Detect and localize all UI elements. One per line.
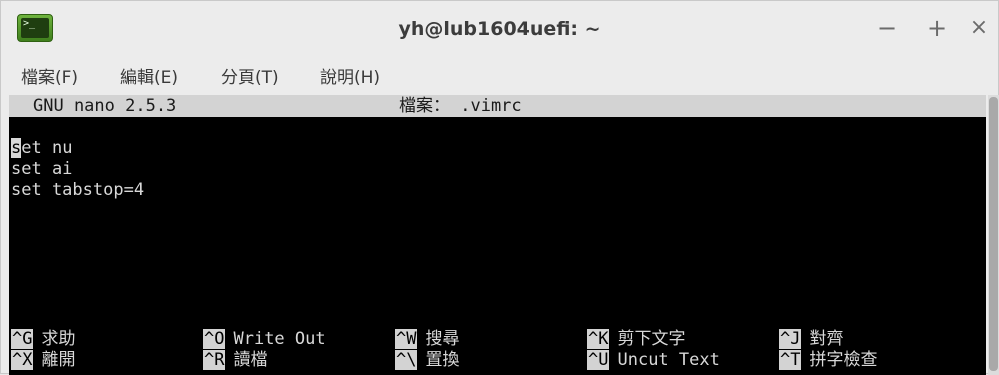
title-bar[interactable]: >_ yh@lub1604uefi: ~ − + × [1,1,998,55]
shortcut-read-file[interactable]: ^R 讀檔 [203,350,267,371]
menu-file[interactable]: 檔案(F) [21,63,78,88]
menu-help[interactable]: 說明(H) [320,63,380,88]
editor-line-1[interactable]: set nu [11,138,72,159]
shortcut-cut-text[interactable]: ^K 剪下文字 [587,329,685,350]
shortcut-key: ^T [779,350,802,370]
shortcut-label: 求助 [41,329,76,349]
shortcut-write-out[interactable]: ^O Write Out [203,329,326,350]
shortcut-label: 置換 [425,350,460,370]
shortcut-label: 拼字檢查 [809,350,878,370]
shortcut-key: ^J [779,329,802,349]
shortcut-label: Uncut Text [617,350,720,370]
editor-line-3[interactable]: set tabstop=4 [11,180,144,201]
shortcut-help[interactable]: ^G 求助 [11,329,75,350]
shortcut-label: 對齊 [809,329,844,349]
terminal-area[interactable]: GNU nano 2.5.3 檔案： .vimrc set nu set ai … [9,95,986,375]
editor-line-1-text: et nu [21,138,73,158]
text-cursor: s [11,138,22,158]
shortcut-uncut-text[interactable]: ^U Uncut Text [587,350,720,371]
shortcut-key: ^U [587,350,610,370]
shortcut-label: 離開 [41,350,76,370]
terminal-scrollbar[interactable] [988,95,999,375]
close-button[interactable]: × [964,13,994,43]
shortcut-label: Write Out [233,329,326,349]
shortcut-search[interactable]: ^W 搜尋 [395,329,459,350]
shortcut-spell-check[interactable]: ^T 拼字檢查 [779,350,877,371]
shortcut-key: ^R [203,350,226,370]
shortcut-label: 搜尋 [425,329,460,349]
shortcut-label: 讀檔 [233,350,268,370]
maximize-button[interactable]: + [922,13,952,43]
shortcut-replace[interactable]: ^\ 置換 [395,350,459,371]
shortcut-key: ^K [587,329,610,349]
menu-edit[interactable]: 編輯(E) [120,63,178,88]
nano-version: GNU nano 2.5.3 [33,96,177,116]
minimize-button[interactable]: − [872,13,902,43]
nano-header-bar: GNU nano 2.5.3 檔案： .vimrc [9,95,986,117]
shortcut-key: ^W [395,329,418,349]
shortcut-key: ^G [11,329,34,349]
shortcut-exit[interactable]: ^X 離開 [11,350,75,371]
shortcut-key: ^\ [395,350,418,370]
editor-line-2[interactable]: set ai [11,159,72,180]
shortcut-key: ^X [11,350,34,370]
shortcut-key: ^O [203,329,226,349]
terminal-prompt-glyph: >_ [21,18,49,38]
window-title: yh@lub1604uefi: ~ [398,18,601,40]
shortcut-justify[interactable]: ^J 對齊 [779,329,843,350]
menu-bar: 檔案(F) 編輯(E) 分頁(T) 說明(H) [1,57,998,91]
menu-tabs[interactable]: 分頁(T) [221,63,279,88]
shortcut-label: 剪下文字 [617,329,686,349]
terminal-window: >_ yh@lub1604uefi: ~ − + × 檔案(F) 編輯(E) 分… [0,0,999,375]
scrollbar-thumb[interactable] [989,97,998,371]
nano-file-label: 檔案： .vimrc [399,96,522,116]
terminal-icon: >_ [17,14,53,42]
